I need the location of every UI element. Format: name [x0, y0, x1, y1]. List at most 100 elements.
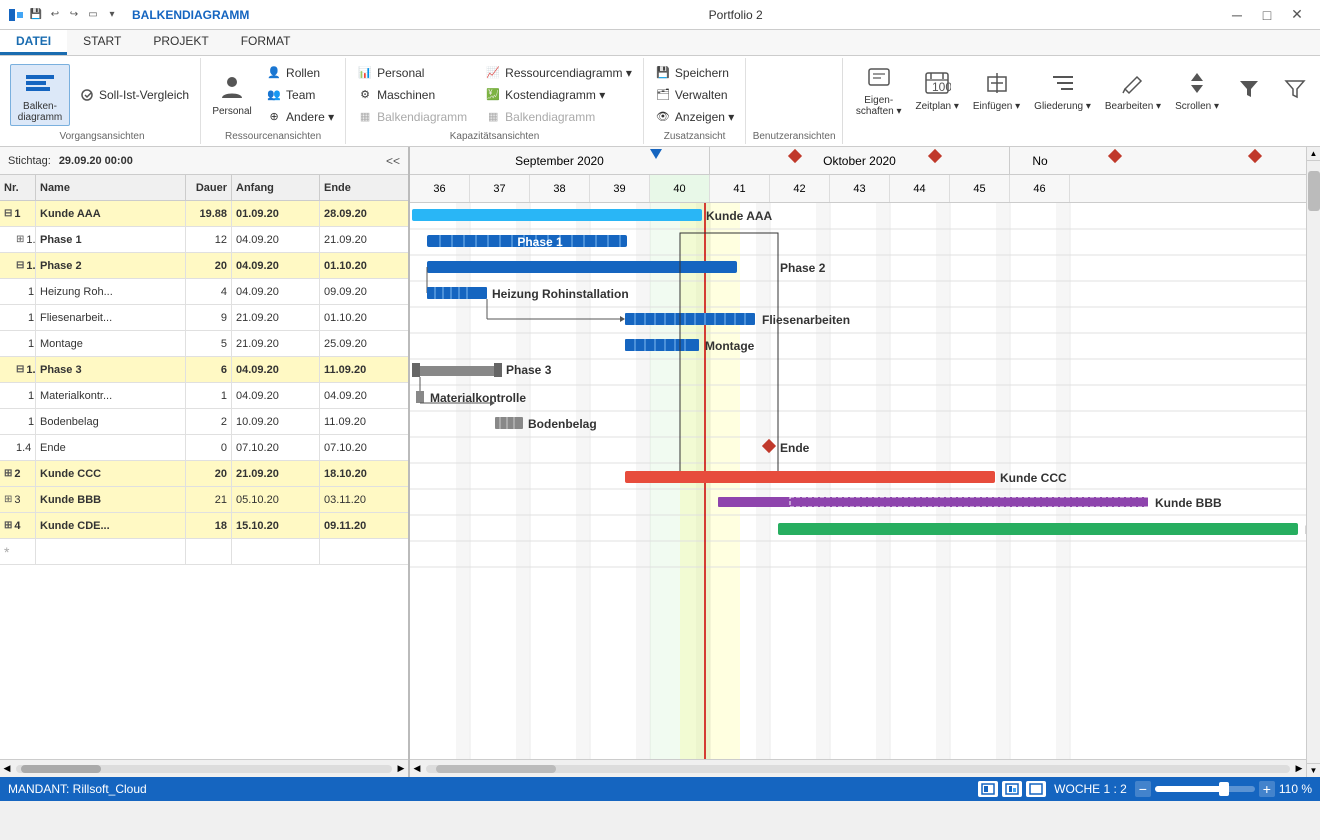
row-name: Phase 3 [36, 357, 186, 382]
andere-button[interactable]: ⊕ Andere ▾ [261, 107, 339, 127]
bearbeiten-button[interactable]: Bearbeiten ▾ [1100, 64, 1166, 115]
chart-hscroll-track[interactable] [426, 765, 1290, 773]
maximize-button[interactable]: □ [1252, 0, 1282, 30]
vscroll-track[interactable] [1307, 161, 1320, 763]
chart-hscroll[interactable]: ◀ ▶ [410, 759, 1306, 777]
zoom-plus-btn[interactable]: + [1259, 781, 1275, 797]
expand-icon[interactable]: ⊞ [4, 494, 12, 505]
table-row[interactable]: ⊟1 Kunde AAA 19.88 01.09.20 28.09.20 [0, 201, 408, 227]
tab-projekt[interactable]: PROJEKT [137, 30, 224, 55]
expand-icon[interactable]: ⊟ [16, 364, 24, 375]
table-row[interactable]: ⊞3 Kunde BBB 21 05.10.20 03.11.20 [0, 487, 408, 513]
vscroll-up-btn[interactable]: ▲ [1307, 147, 1320, 161]
status-icon-3[interactable] [1026, 781, 1046, 797]
gantt-bars-area: Kunde AAA [410, 203, 1306, 759]
einfuegen-button[interactable]: Einfügen ▾ [968, 64, 1025, 115]
personal-kap-button[interactable]: 📊 Personal [352, 63, 472, 83]
team-button[interactable]: 👥 Team [261, 85, 339, 105]
table-row[interactable]: ⊞1.1 Phase 1 12 04.09.20 21.09.20 [0, 227, 408, 253]
row-anfang: 21.09.20 [232, 305, 320, 330]
stichtag-bar: Stichtag: 29.09.20 00:00 << [0, 147, 408, 175]
ribbon-group-zusatz: 💾 Speichern 🗂 Verwalten 👁 Anzeigen ▾ Zus… [644, 58, 746, 144]
chart-scroll-right-btn[interactable]: ▶ [1292, 762, 1306, 776]
chart-scroll-left-btn[interactable]: ◀ [410, 762, 424, 776]
window-icon[interactable]: ▭ [85, 7, 101, 23]
table-row[interactable]: 1.2.1 Heizung Roh... 4 04.09.20 09.09.20 [0, 279, 408, 305]
kostendiagramm-button[interactable]: 💹 Kostendiagramm ▾ [480, 85, 637, 105]
status-icon-2[interactable] [1002, 781, 1022, 797]
personal-large-button[interactable]: Personal [207, 69, 257, 120]
scrollen-button[interactable]: Scrollen ▾ [1170, 64, 1224, 115]
vscroll-down-btn[interactable]: ▼ [1307, 763, 1320, 777]
ressourcendiagramm-icon: 📈 [485, 65, 501, 81]
new-row-icon[interactable]: * [4, 544, 9, 560]
balken-kap2-button[interactable]: ▦ Balkendiagramm [480, 107, 637, 127]
table-row[interactable]: 1.4 Ende 0 07.10.20 07.10.20 [0, 435, 408, 461]
table-row[interactable]: ⊟1.3 Phase 3 6 04.09.20 11.09.20 [0, 357, 408, 383]
minimize-button[interactable]: ─ [1222, 0, 1252, 30]
rollen-button[interactable]: 👤 Rollen [261, 63, 339, 83]
table-row[interactable]: 1.2.2 Fliesenarbeit... 9 21.09.20 01.10.… [0, 305, 408, 331]
expand-icon[interactable]: ⊞ [16, 234, 24, 245]
scroll-right-btn[interactable]: ▶ [394, 762, 408, 776]
chart-hscroll-thumb[interactable] [436, 765, 556, 773]
zoom-minus-btn[interactable]: − [1135, 781, 1151, 797]
chart-main-col: September 2020 Oktober 2020 No 36 37 38 … [410, 147, 1306, 777]
week-41: 41 [710, 175, 770, 203]
vscrollbar[interactable]: ▲ ▼ [1306, 147, 1320, 777]
row-name: Phase 1 [36, 227, 186, 252]
gliederung-button[interactable]: Gliederung ▾ [1029, 64, 1096, 115]
tab-start[interactable]: START [67, 30, 137, 55]
zeitplan-button[interactable]: 100 Zeitplan ▾ [911, 64, 964, 115]
close-button[interactable]: ✕ [1282, 0, 1312, 30]
stichtag-nav[interactable]: << [386, 154, 400, 168]
row-dauer-new [186, 539, 232, 564]
tab-format[interactable]: FORMAT [225, 30, 307, 55]
zoom-slider-track[interactable] [1155, 786, 1255, 792]
soll-ist-button[interactable]: Soll-Ist-Vergleich [74, 85, 194, 105]
hscroll-thumb[interactable] [21, 765, 101, 773]
ressourcendiagramm-button[interactable]: 📈 Ressourcendiagramm ▾ [480, 63, 637, 83]
row-name: Fliesenarbeit... [36, 305, 186, 330]
expand-icon[interactable]: ⊞ [4, 468, 12, 479]
balken-kap-button[interactable]: ▦ Balkendiagramm [352, 107, 472, 127]
down-arrow-icon[interactable]: ▾ [104, 7, 120, 23]
scroll-left-btn[interactable]: ◀ [0, 762, 14, 776]
scrollen-icon [1181, 67, 1213, 99]
anzeigen-button[interactable]: 👁 Anzeigen ▾ [650, 107, 739, 127]
verwalten-button[interactable]: 🗂 Verwalten [650, 85, 739, 105]
table-row-new[interactable]: * [0, 539, 408, 565]
expand-icon[interactable]: ⊟ [4, 208, 12, 219]
save-icon[interactable]: 💾 [28, 7, 44, 23]
eigenschaften-button[interactable]: Eigen-schaften ▾ [851, 58, 907, 120]
table-row[interactable]: ⊞2 Kunde CCC 20 21.09.20 18.10.20 [0, 461, 408, 487]
bearbeiten-icon [1117, 67, 1149, 99]
left-hscroll[interactable]: ◀ ▶ [0, 759, 408, 777]
table-row[interactable]: 1.3.2 Bodenbelag 2 10.09.20 11.09.20 [0, 409, 408, 435]
week-39: 39 [590, 175, 650, 203]
andere-label: Andere ▾ [286, 110, 334, 124]
row-name-new [36, 539, 186, 564]
table-row[interactable]: 1.3.1 Materialkontr... 1 04.09.20 04.09.… [0, 383, 408, 409]
balkendiagramm-button[interactable]: Balken-diagramm [10, 64, 70, 126]
undo-icon[interactable]: ↩ [47, 7, 63, 23]
table-row[interactable]: 1.2.3 Montage 5 21.09.20 25.09.20 [0, 331, 408, 357]
zoom-slider-thumb[interactable] [1219, 782, 1229, 796]
hscroll-track[interactable] [16, 765, 392, 773]
maschinen-button[interactable]: ⚙ Maschinen [352, 85, 472, 105]
status-icon-1[interactable] [978, 781, 998, 797]
expand-icon[interactable]: ⊟ [16, 260, 24, 271]
ressourcen-items: Personal 👤 Rollen 👥 Team ⊕ Andere ▾ [207, 60, 339, 129]
speichern-icon: 💾 [655, 65, 671, 81]
table-row[interactable]: ⊟1.2 Phase 2 20 04.09.20 01.10.20 [0, 253, 408, 279]
vscroll-thumb[interactable] [1308, 171, 1320, 211]
balkendiagramm-label: Balken-diagramm [18, 101, 62, 123]
speichern-button[interactable]: 💾 Speichern [650, 63, 739, 83]
filter1-button[interactable] [1228, 69, 1270, 109]
tab-datei[interactable]: DATEI [0, 30, 67, 55]
table-row[interactable]: ⊞4 Kunde CDE... 18 15.10.20 09.11.20 [0, 513, 408, 539]
ressourcen-small-group: 👤 Rollen 👥 Team ⊕ Andere ▾ [261, 63, 339, 127]
expand-icon[interactable]: ⊞ [4, 520, 12, 531]
filter2-button[interactable] [1274, 69, 1316, 109]
redo-icon[interactable]: ↪ [66, 7, 82, 23]
